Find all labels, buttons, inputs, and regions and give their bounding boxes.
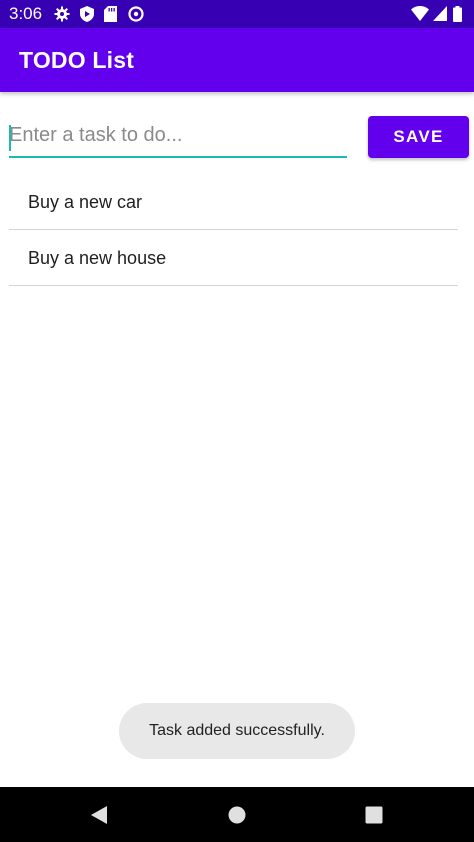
data-saver-icon — [128, 6, 144, 22]
list-item[interactable]: Buy a new car — [9, 174, 458, 230]
task-input[interactable] — [9, 120, 347, 158]
back-icon[interactable] — [89, 805, 109, 825]
signal-icon — [433, 6, 447, 21]
text-cursor — [9, 125, 11, 151]
task-list: Buy a new car Buy a new house — [9, 174, 458, 286]
task-label: Buy a new car — [28, 192, 143, 212]
toast-message: Task added successfully. — [149, 722, 325, 739]
app-title: TODO List — [19, 47, 135, 73]
home-icon[interactable] — [227, 805, 247, 825]
wifi-icon — [411, 6, 429, 21]
app-bar: TODO List — [0, 28, 474, 92]
settings-icon — [54, 6, 70, 22]
status-bar: 3:06 — [0, 0, 474, 28]
battery-icon — [453, 6, 462, 22]
save-button[interactable]: SAVE — [368, 116, 469, 158]
task-label: Buy a new house — [28, 248, 167, 268]
recents-icon[interactable] — [364, 805, 384, 825]
sd-card-icon — [104, 6, 117, 22]
play-protect-icon — [80, 6, 94, 22]
navigation-bar — [0, 787, 474, 842]
toast: Task added successfully. — [119, 703, 355, 759]
status-time: 3:06 — [9, 4, 43, 23]
list-item[interactable]: Buy a new house — [9, 230, 458, 286]
